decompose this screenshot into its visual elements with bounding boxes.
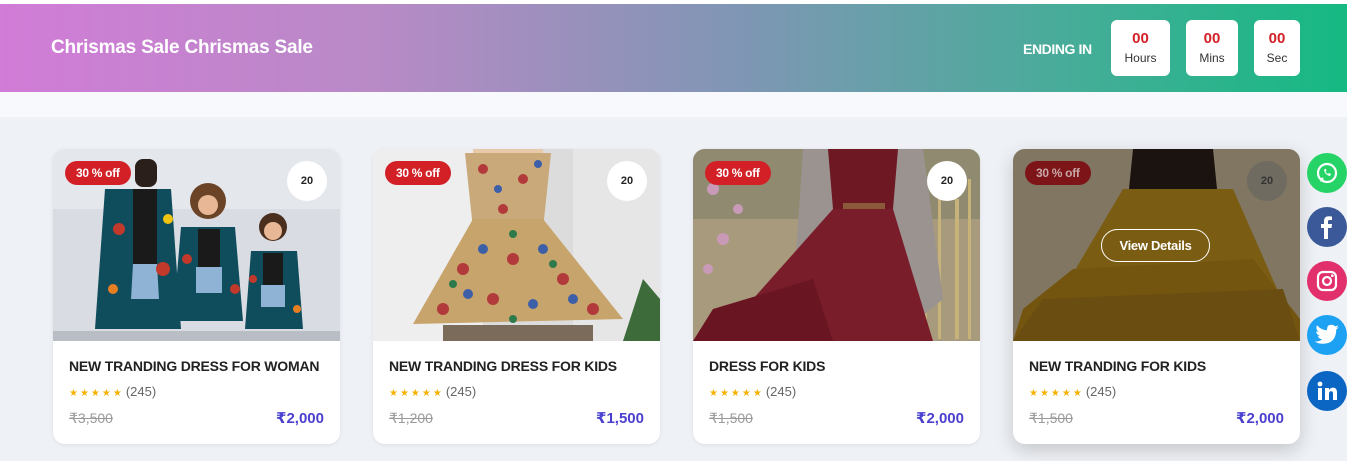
- product-name[interactable]: NEW TRANDING DRESS FOR KIDS: [389, 358, 617, 374]
- product-name[interactable]: NEW TRANDING FOR KIDS: [1029, 358, 1206, 374]
- product-card[interactable]: 30 % off 20 DRESS FOR KIDS ★★★★★ (245) ₹1…: [693, 149, 980, 444]
- product-rating: ★★★★★ (245): [709, 384, 796, 399]
- star-rating-icon: ★★★★★: [389, 388, 444, 399]
- old-price: ₹1,200: [389, 410, 433, 426]
- new-price: ₹1,500: [596, 410, 644, 427]
- stock-count: 20: [607, 161, 647, 201]
- timer-sec-label: Sec: [1266, 51, 1288, 65]
- ending-in-label: ENDING IN: [1023, 41, 1092, 57]
- star-rating-icon: ★★★★★: [69, 388, 124, 399]
- discount-badge: 30 % off: [385, 161, 451, 185]
- product-rating: ★★★★★ (245): [1029, 384, 1116, 399]
- product-name[interactable]: NEW TRANDING DRESS FOR WOMAN: [69, 358, 319, 374]
- timer-mins-label: Mins: [1199, 51, 1225, 65]
- timer-mins-value: 00: [1203, 30, 1221, 47]
- review-count: (245): [445, 384, 477, 399]
- sale-banner: Chrismas Sale Chrismas Sale ENDING IN 00…: [0, 4, 1347, 92]
- banner-title: Chrismas Sale Chrismas Sale: [51, 37, 313, 58]
- old-price: ₹3,500: [69, 410, 113, 426]
- banner-spacer: [0, 92, 1347, 117]
- facebook-icon[interactable]: [1307, 207, 1347, 247]
- discount-badge: 30 % off: [1025, 161, 1091, 185]
- product-rating: ★★★★★ (245): [389, 384, 476, 399]
- linkedin-icon[interactable]: [1307, 371, 1347, 411]
- review-count: (245): [1085, 384, 1117, 399]
- new-price: ₹2,000: [1236, 410, 1284, 427]
- twitter-icon[interactable]: [1307, 315, 1347, 355]
- stock-count: 20: [927, 161, 967, 201]
- view-details-button[interactable]: View Details: [1101, 229, 1210, 262]
- whatsapp-icon[interactable]: [1307, 153, 1347, 193]
- star-rating-icon: ★★★★★: [1029, 388, 1084, 399]
- review-count: (245): [765, 384, 797, 399]
- stock-count: 20: [287, 161, 327, 201]
- timer-hours-value: 00: [1132, 30, 1149, 47]
- product-card[interactable]: 30 % off 20 NEW TRANDING DRESS FOR KIDS …: [373, 149, 660, 444]
- star-rating-icon: ★★★★★: [709, 388, 764, 399]
- old-price: ₹1,500: [709, 410, 753, 426]
- discount-badge: 30 % off: [65, 161, 131, 185]
- instagram-icon[interactable]: [1307, 261, 1347, 301]
- product-name[interactable]: DRESS FOR KIDS: [709, 358, 825, 374]
- timer-sec-value: 00: [1268, 30, 1286, 47]
- timer-sec: 00 Sec: [1254, 20, 1300, 76]
- timer-hours: 00 Hours: [1111, 20, 1170, 76]
- new-price: ₹2,000: [916, 410, 964, 427]
- product-rating: ★★★★★ (245): [69, 384, 156, 399]
- old-price: ₹1,500: [1029, 410, 1073, 426]
- product-card[interactable]: View Details 30 % off 20 NEW TRANDING FO…: [1013, 149, 1300, 444]
- discount-badge: 30 % off: [705, 161, 771, 185]
- review-count: (245): [125, 384, 157, 399]
- stock-count: 20: [1247, 161, 1287, 201]
- product-card[interactable]: 30 % off 20 NEW TRANDING DRESS FOR WOMAN…: [53, 149, 340, 444]
- new-price: ₹2,000: [276, 410, 324, 427]
- timer-hours-label: Hours: [1124, 51, 1157, 65]
- timer-mins: 00 Mins: [1186, 20, 1238, 76]
